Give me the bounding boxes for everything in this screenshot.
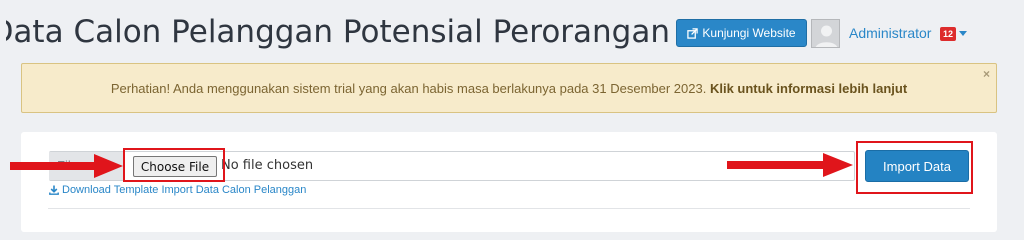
file-status-text: No file chosen [221,158,314,173]
page-title: Import Data Calon Pelanggan Potensial Pe… [6,14,670,50]
alert-info-link[interactable]: Klik untuk informasi lebih lanjut [710,81,907,96]
import-panel [21,132,997,232]
choose-file-highlight [123,148,225,182]
external-link-icon [687,27,699,39]
import-data-highlight [856,141,973,194]
visit-website-label: Kunjungi Website [702,26,796,40]
arrow-right-icon [10,154,123,178]
download-template-link[interactable]: Download Template Import Data Calon Pela… [49,184,306,196]
user-avatar[interactable] [811,19,840,48]
download-icon [49,185,59,195]
alert-message: Perhatian! Anda menggunakan sistem trial… [110,81,707,96]
visit-website-button[interactable]: Kunjungi Website [676,19,807,47]
caret-down-icon[interactable] [959,31,967,36]
user-menu-name[interactable]: Administrator [849,25,931,41]
trial-alert: Perhatian! Anda menggunakan sistem trial… [21,63,997,113]
avatar-icon [812,20,839,47]
panel-divider [48,208,970,209]
close-icon[interactable]: × [983,67,990,81]
download-template-label: Download Template Import Data Calon Pela… [62,184,307,196]
arrow-right-icon [727,153,853,177]
notification-badge[interactable]: 12 [940,27,956,41]
